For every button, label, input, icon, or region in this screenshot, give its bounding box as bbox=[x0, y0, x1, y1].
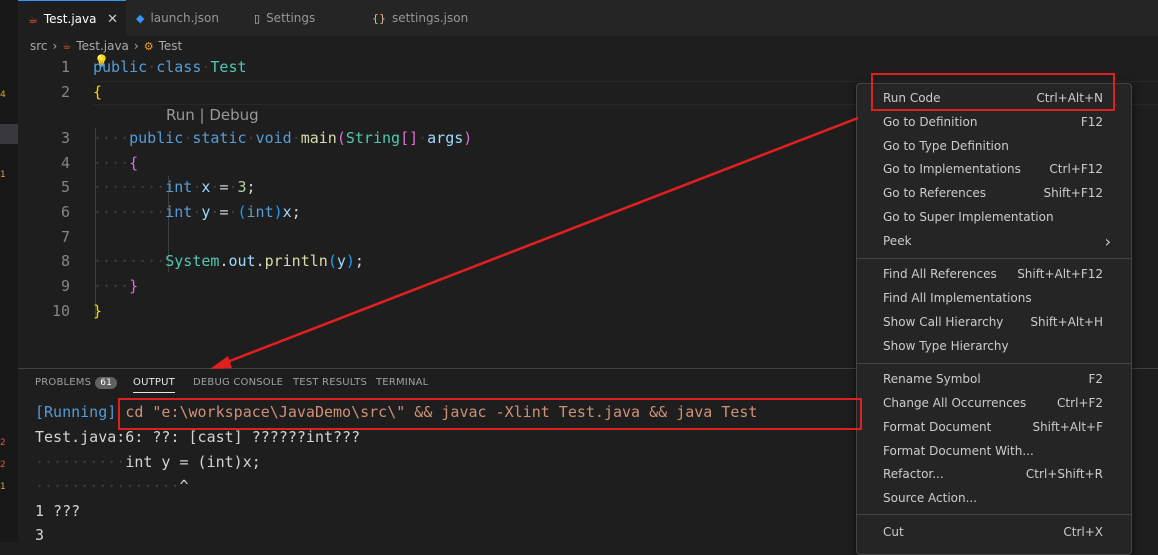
annotation-arrow bbox=[210, 116, 859, 369]
